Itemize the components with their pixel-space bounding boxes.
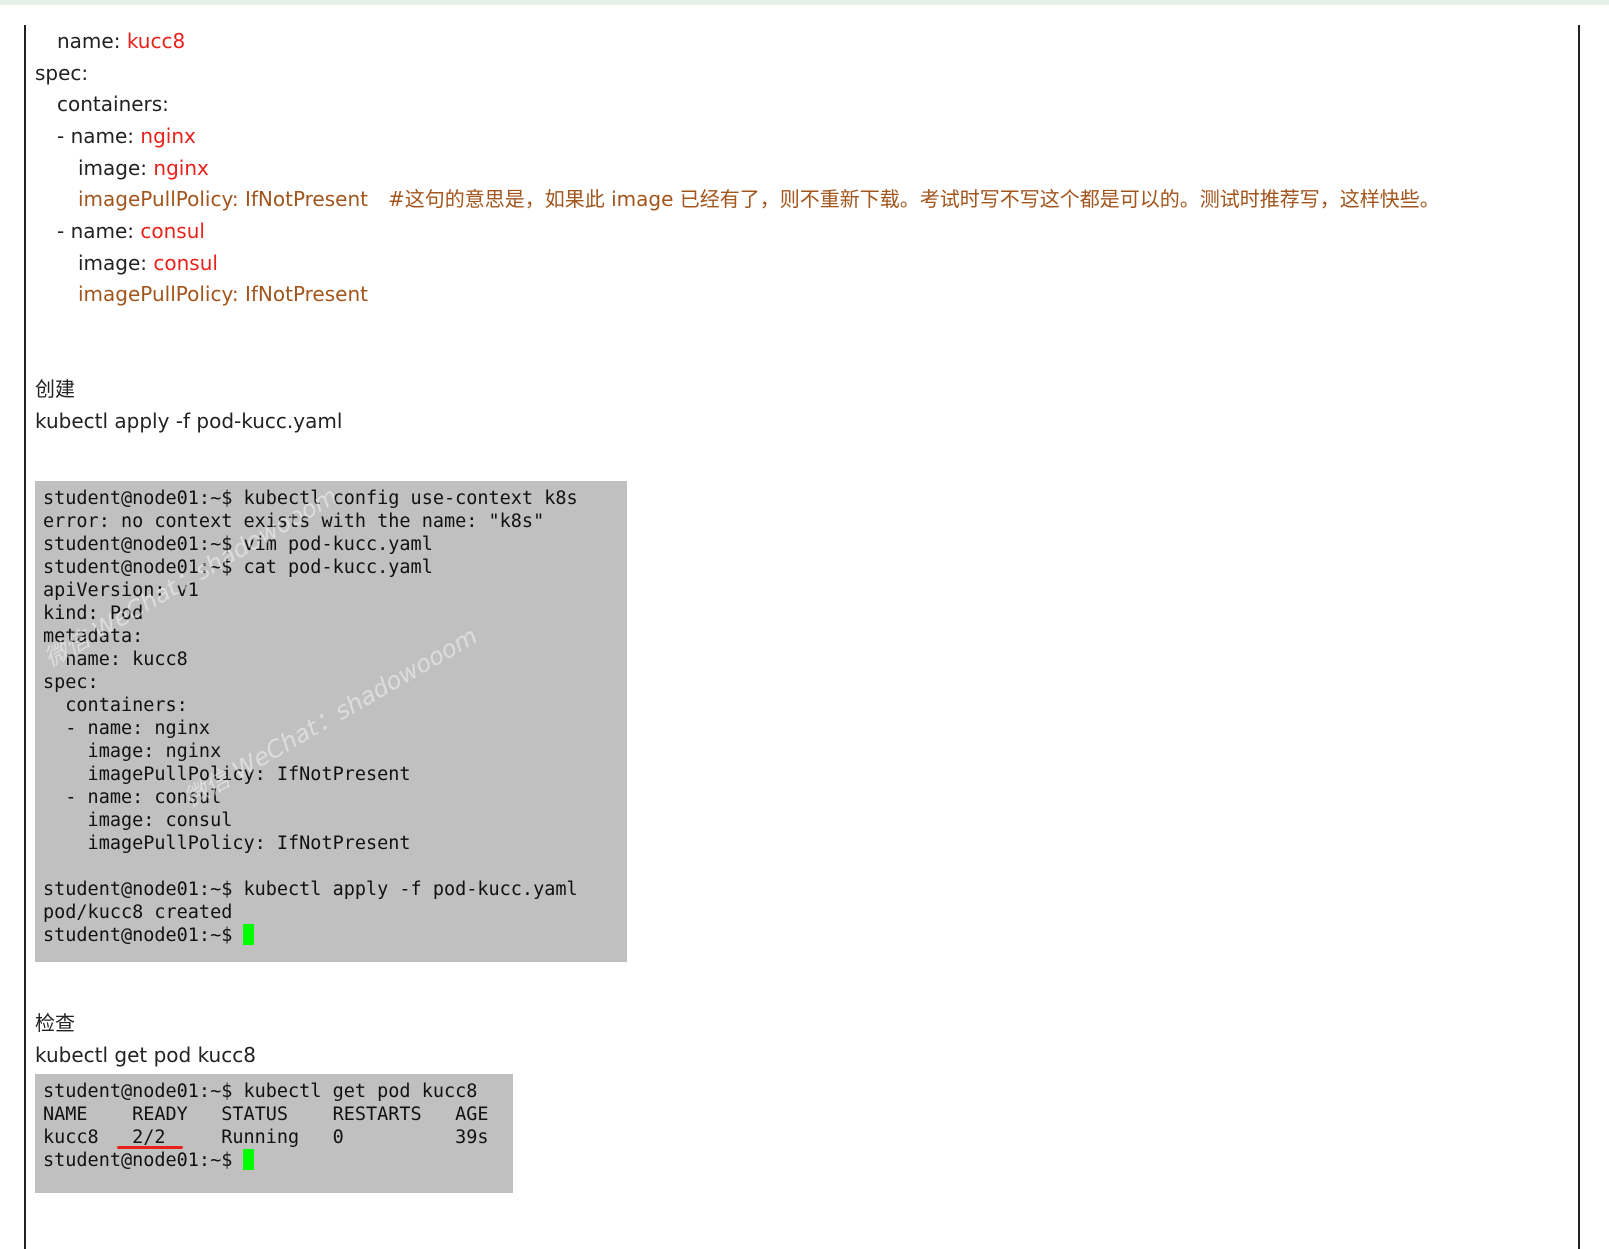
terminal-line: imagePullPolicy: IfNotPresent xyxy=(43,764,411,785)
terminal-line: containers: xyxy=(43,695,188,716)
terminal-line: metadata: xyxy=(43,626,144,647)
terminal-line: apiVersion: v1 xyxy=(43,580,199,601)
yaml-value: kucc8 xyxy=(126,29,186,53)
yaml-line-image-consul: image: consul xyxy=(78,250,218,276)
terminal-line: pod/kucc8 created xyxy=(43,902,233,923)
terminal-screenshot-get-pod: student@node01:~$ kubectl get pod kucc8 … xyxy=(35,1074,513,1193)
yaml-line-spec: spec: xyxy=(35,61,89,85)
terminal-line: image: consul xyxy=(43,810,233,831)
terminal-line: student@node01:~$ vim pod-kucc.yaml xyxy=(43,534,433,555)
terminal-line: kind: Pod xyxy=(43,603,144,624)
yaml-key: - name: xyxy=(57,219,141,243)
yaml-key: - name: xyxy=(57,124,141,148)
yaml-line-name: name: kucc8 xyxy=(57,28,185,54)
yaml-line-container-nginx: - name: nginx xyxy=(57,123,196,149)
yaml-line-pullpolicy-consul: imagePullPolicy: IfNotPresent xyxy=(78,282,368,306)
yaml-value: nginx xyxy=(140,124,196,148)
yaml-value: nginx xyxy=(153,156,209,180)
terminal-screenshot-apply: student@node01:~$ kubectl config use-con… xyxy=(35,481,627,962)
yaml-key: name: xyxy=(57,29,127,53)
terminal-prompt: student@node01:~$ xyxy=(43,1150,244,1171)
terminal-line: image: nginx xyxy=(43,741,222,762)
terminal-line: spec: xyxy=(43,672,99,693)
terminal-line: student@node01:~$ kubectl get pod kucc8 xyxy=(43,1081,478,1102)
terminal-table-header: NAME READY STATUS RESTARTS AGE xyxy=(43,1104,489,1125)
yaml-line-container-consul: - name: consul xyxy=(57,218,205,244)
yaml-key: image: xyxy=(78,156,154,180)
terminal-prompt-line: student@node01:~$ xyxy=(43,924,255,947)
yaml-value: consul xyxy=(153,251,218,275)
terminal-line: student@node01:~$ kubectl apply -f pod-k… xyxy=(43,879,578,900)
terminal-line: - name: consul xyxy=(43,787,222,808)
terminal-line: student@node01:~$ cat pod-kucc.yaml xyxy=(43,557,433,578)
terminal-line: name: kucc8 xyxy=(43,649,188,670)
terminal-prompt-line: student@node01:~$ xyxy=(43,1149,255,1172)
yaml-comment: #这句的意思是，如果此 image 已经有了，则不重新下载。考试时写不写这个都是… xyxy=(388,187,1440,211)
yaml-line-pullpolicy-nginx: imagePullPolicy: IfNotPresent xyxy=(78,187,368,211)
yaml-value: consul xyxy=(140,219,205,243)
terminal-line: - name: nginx xyxy=(43,718,211,739)
heading-check: 检查 xyxy=(35,1011,75,1035)
yaml-key: image: xyxy=(78,251,154,275)
terminal-line: error: no context exists with the name: … xyxy=(43,511,545,532)
terminal-line: imagePullPolicy: IfNotPresent xyxy=(43,833,411,854)
terminal-prompt: student@node01:~$ xyxy=(43,925,244,946)
heading-create: 创建 xyxy=(35,377,75,401)
top-strip xyxy=(0,0,1609,5)
yaml-line-image-nginx: image: nginx xyxy=(78,155,209,181)
yaml-line-containers: containers: xyxy=(57,92,169,116)
create-command-text: kubectl apply -f pod-kucc.yaml xyxy=(35,409,343,433)
terminal-table-row: kucc8 2/2 Running 0 39s xyxy=(43,1127,489,1148)
terminal-line: student@node01:~$ kubectl config use-con… xyxy=(43,488,578,509)
terminal-cursor xyxy=(243,924,255,945)
terminal-cursor xyxy=(243,1149,255,1170)
check-command-text: kubectl get pod kucc8 xyxy=(35,1043,256,1067)
ready-underline-annotation xyxy=(117,1146,183,1149)
